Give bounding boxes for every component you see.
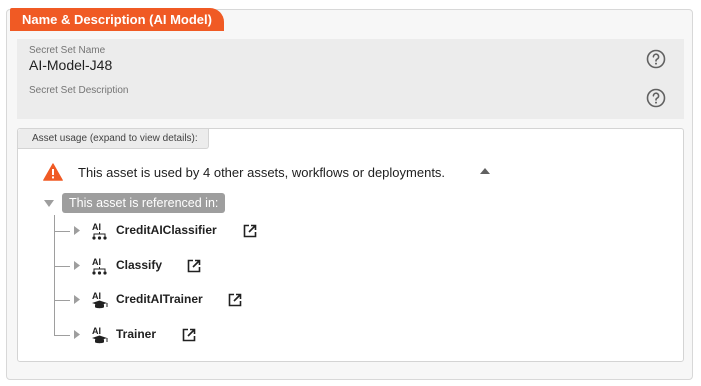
asset-usage-box: Asset usage (expand to view details): Th… — [17, 128, 684, 362]
tree-branch — [54, 335, 70, 336]
tree-connector — [54, 215, 55, 336]
referenced-in-badge: This asset is referenced in: — [62, 193, 226, 213]
svg-text:AI: AI — [92, 291, 101, 301]
collapse-up-icon[interactable] — [480, 168, 490, 174]
ai-trainer-icon: AI — [92, 291, 108, 309]
secret-set-name-field[interactable]: Secret Set Name AI-Model-J48 — [17, 39, 684, 79]
external-link-icon[interactable] — [182, 328, 196, 342]
ai-trainer-icon: AI — [92, 326, 108, 344]
tree-branch — [54, 300, 70, 301]
section-tab: Name & Description (AI Model) — [10, 8, 224, 31]
secret-set-name-value[interactable]: AI-Model-J48 — [29, 57, 112, 73]
external-link-icon[interactable] — [228, 293, 242, 307]
ai-classifier-icon: AI — [92, 222, 107, 240]
secret-set-description-label: Secret Set Description — [29, 85, 129, 96]
help-icon[interactable] — [646, 88, 666, 108]
external-link-icon[interactable] — [243, 224, 257, 238]
asset-usage-title: Asset usage (expand to view details): — [18, 129, 209, 149]
svg-text:AI: AI — [92, 326, 101, 336]
secret-set-name-label: Secret Set Name — [29, 45, 106, 56]
tree-branch — [54, 266, 70, 267]
tree-item-label[interactable]: Classify — [116, 258, 162, 272]
expand-right-icon[interactable] — [74, 226, 80, 235]
help-icon[interactable] — [646, 49, 666, 69]
warning-icon — [43, 163, 63, 181]
secret-set-description-field[interactable]: Secret Set Description — [17, 79, 684, 119]
tree-item-label[interactable]: Trainer — [116, 327, 156, 341]
expand-right-icon[interactable] — [74, 330, 80, 339]
ai-classifier-icon: AI — [92, 257, 107, 275]
expand-right-icon[interactable] — [74, 261, 80, 270]
svg-text:AI: AI — [92, 222, 101, 232]
svg-text:AI: AI — [92, 257, 101, 267]
tree-collapse-icon[interactable] — [44, 200, 54, 207]
usage-warning-text: This asset is used by 4 other assets, wo… — [78, 165, 446, 180]
tree-branch — [54, 231, 70, 232]
tree-item-label[interactable]: CreditAITrainer — [116, 292, 203, 306]
expand-right-icon[interactable] — [74, 295, 80, 304]
external-link-icon[interactable] — [187, 259, 201, 273]
tree-item-label[interactable]: CreditAIClassifier — [116, 223, 217, 237]
